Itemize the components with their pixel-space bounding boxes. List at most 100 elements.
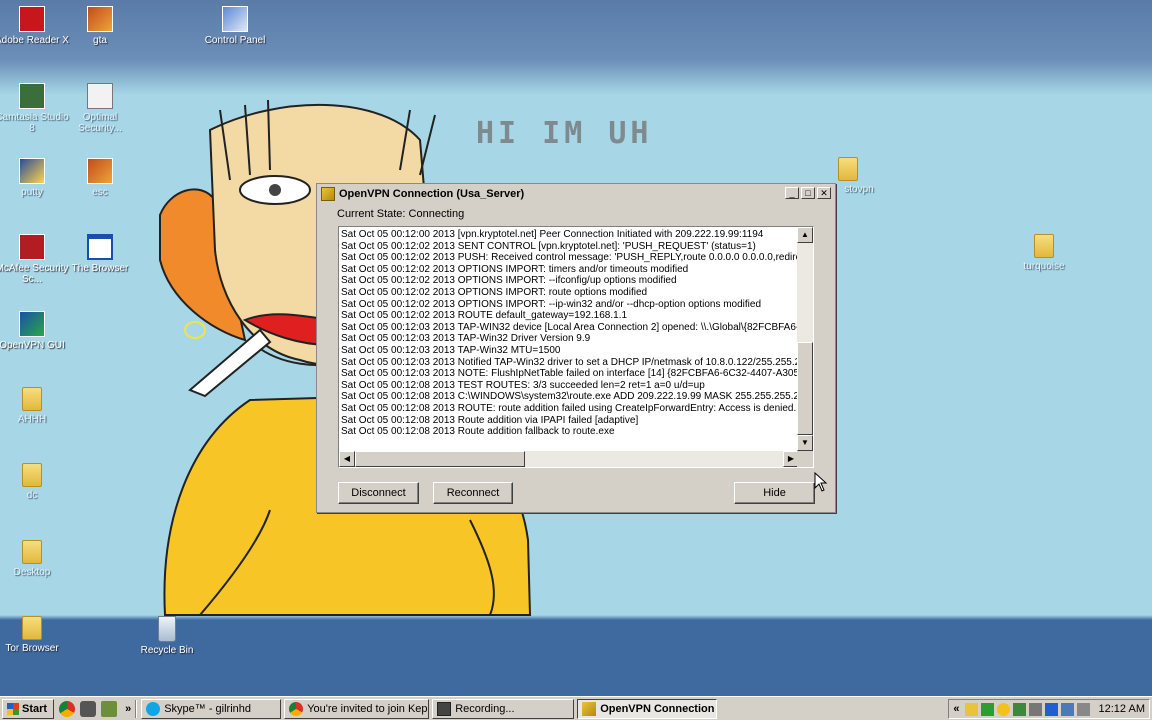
package-icon[interactable]	[101, 700, 118, 717]
log-line: Sat Oct 05 00:12:02 2013 OPTIONS IMPORT:…	[341, 263, 689, 275]
log-lines: Sat Oct 05 00:12:00 2013 [vpn.kryptotel.…	[341, 229, 799, 438]
desktop-icon-dc[interactable]: dc	[0, 463, 70, 501]
windows-logo-icon	[7, 702, 19, 715]
scroll-up-arrow-icon[interactable]: ▲	[797, 227, 813, 243]
warning-icon[interactable]	[996, 702, 1010, 716]
vertical-scrollbar[interactable]: ▲ ▼	[797, 227, 813, 451]
taskbar-item-openvpn[interactable]: OpenVPN Connection ...	[577, 698, 718, 719]
volume-icon[interactable]	[1076, 702, 1090, 716]
log-line: Sat Oct 05 00:12:08 2013 TEST ROUTES: 3/…	[341, 379, 705, 391]
desktop-icon-camtasia[interactable]: Camtasia Studio 8	[0, 83, 70, 134]
window-controls: _ □ ✕	[785, 187, 831, 199]
desktop-icon-turquoise[interactable]: turquoise	[1006, 234, 1082, 272]
log-line: Sat Oct 05 00:12:02 2013 OPTIONS IMPORT:…	[341, 298, 762, 310]
folder-icon	[22, 616, 42, 640]
desktop-icon-ahhh[interactable]: AHHH	[0, 387, 70, 425]
horizontal-scrollbar[interactable]: ◀ ▶	[339, 451, 799, 467]
system-tray: « 12:12 AM	[948, 699, 1150, 719]
log-line: Sat Oct 05 00:12:02 2013 OPTIONS IMPORT:…	[341, 286, 648, 298]
camtasia-icon	[19, 83, 45, 109]
quick-launch-more-button[interactable]: »	[125, 703, 131, 715]
vertical-scroll-thumb[interactable]	[797, 342, 813, 435]
horizontal-scroll-thumb[interactable]	[355, 451, 525, 467]
log-line: Sat Oct 05 00:12:00 2013 [vpn.kryptotel.…	[341, 229, 764, 240]
shield-icon[interactable]	[980, 702, 994, 716]
log-line: Sat Oct 05 00:12:02 2013 ROUTE default_g…	[341, 310, 628, 322]
log-line: Sat Oct 05 00:12:03 2013 NOTE: FlushIpNe…	[341, 368, 799, 380]
browser-window-icon	[87, 234, 113, 260]
taskbar-item-recording[interactable]: Recording...	[432, 698, 575, 719]
desktop-icon-the-browser[interactable]: The Browser	[62, 234, 138, 274]
desktop-icon-optimal-security[interactable]: Optimal Security...	[62, 83, 138, 134]
folder-icon	[1034, 234, 1054, 258]
openvpn-icon	[582, 701, 597, 716]
desktop-icon-control-panel[interactable]: Control Panel	[197, 6, 273, 46]
desktop-icon-desktop-folder[interactable]: Desktop	[0, 540, 70, 578]
desktop-icon-tor-browser[interactable]: Tor Browser	[0, 616, 70, 654]
folder-icon	[22, 387, 42, 411]
log-line: Sat Oct 05 00:12:02 2013 PUSH: Received …	[341, 252, 799, 264]
chrome-icon	[289, 701, 304, 716]
desktop-icon-gta[interactable]: gta	[62, 6, 138, 46]
taskbar: Start » Skype™ - gilrinhd You're invited…	[0, 696, 1152, 720]
desktop-icon-esc[interactable]: esc	[62, 158, 138, 198]
camera-icon[interactable]	[1028, 702, 1042, 716]
desktop-icon-recycle-bin[interactable]: Recycle Bin	[129, 616, 205, 656]
clock[interactable]: 12:12 AM	[1099, 703, 1145, 715]
folder-icon	[838, 157, 858, 181]
wallpaper-caption: HI IM UH	[476, 116, 653, 151]
log-line: Sat Oct 05 00:12:03 2013 Notified TAP-Wi…	[341, 356, 799, 368]
scroll-left-arrow-icon[interactable]: ◀	[339, 451, 355, 467]
log-line: Sat Oct 05 00:12:08 2013 ROUTE: route ad…	[341, 402, 799, 414]
tray-expand-button[interactable]: «	[953, 703, 959, 715]
control-panel-icon	[222, 6, 248, 32]
chrome-icon[interactable]	[59, 700, 76, 717]
log-line: Sat Oct 05 00:12:02 2013 SENT CONTROL [v…	[341, 240, 756, 252]
scroll-down-arrow-icon[interactable]: ▼	[797, 435, 813, 451]
window-title: OpenVPN Connection (Usa_Server)	[339, 187, 525, 200]
openvpn-icon	[321, 186, 335, 201]
folder-icon	[22, 463, 42, 487]
maximize-button[interactable]: □	[801, 187, 815, 199]
hide-button[interactable]: Hide	[734, 482, 815, 504]
log-line: Sat Oct 05 00:12:08 2013 C:\WINDOWS\syst…	[341, 391, 799, 403]
folder-icon	[22, 540, 42, 564]
desktop-icon-openvpn-gui[interactable]: OpenVPN GUI	[0, 311, 70, 351]
close-button[interactable]: ✕	[817, 187, 831, 199]
desktop-icon-adobe-reader[interactable]: Adobe Reader X	[0, 6, 70, 46]
mouse-cursor-icon	[814, 472, 828, 492]
game-icon	[87, 158, 113, 184]
reconnect-button[interactable]: Reconnect	[433, 482, 513, 504]
skype-icon	[146, 701, 161, 716]
taskbar-item-chrome[interactable]: You're invited to join Kep...	[284, 698, 430, 719]
antivirus-icon[interactable]	[1012, 702, 1026, 716]
taskbar-item-skype[interactable]: Skype™ - gilrinhd	[141, 698, 282, 719]
recording-icon	[437, 701, 452, 716]
game-icon	[87, 6, 113, 32]
network-icon[interactable]	[964, 702, 978, 716]
adobe-reader-icon	[19, 6, 45, 32]
monitor-icon[interactable]	[1060, 702, 1074, 716]
minimize-button[interactable]: _	[785, 187, 799, 199]
putty-icon	[19, 158, 45, 184]
log-line: Sat Oct 05 00:12:02 2013 OPTIONS IMPORT:…	[341, 275, 677, 287]
openvpn-icon	[19, 311, 45, 337]
security-icon	[87, 83, 113, 109]
taskbar-separator	[135, 699, 138, 718]
mcafee-icon	[19, 234, 45, 260]
log-line: Sat Oct 05 00:12:03 2013 TAP-WIN32 devic…	[341, 321, 799, 333]
desktop-icon-putty[interactable]: putty	[0, 158, 70, 198]
openvpn-tray-icon[interactable]	[1044, 702, 1058, 716]
desktop-icon-mcafee[interactable]: McAfee Security Sc...	[0, 234, 70, 285]
openvpn-connection-window: OpenVPN Connection (Usa_Server) _ □ ✕ Cu…	[316, 183, 836, 513]
log-line: Sat Oct 05 00:12:08 2013 Route addition …	[341, 414, 639, 426]
recycle-bin-icon	[158, 616, 176, 642]
log-line: Sat Oct 05 00:12:03 2013 TAP-Win32 MTU=1…	[341, 344, 561, 356]
ccleaner-icon[interactable]	[80, 700, 97, 717]
disconnect-button[interactable]: Disconnect	[338, 482, 419, 504]
connection-state: Current State: Connecting	[337, 208, 465, 220]
log-line: Sat Oct 05 00:12:03 2013 TAP-Win32 Drive…	[341, 333, 591, 345]
log-line: Sat Oct 05 00:12:08 2013 Route addition …	[341, 426, 615, 438]
log-output[interactable]: Sat Oct 05 00:12:00 2013 [vpn.kryptotel.…	[338, 226, 814, 468]
start-button[interactable]: Start	[2, 698, 55, 719]
